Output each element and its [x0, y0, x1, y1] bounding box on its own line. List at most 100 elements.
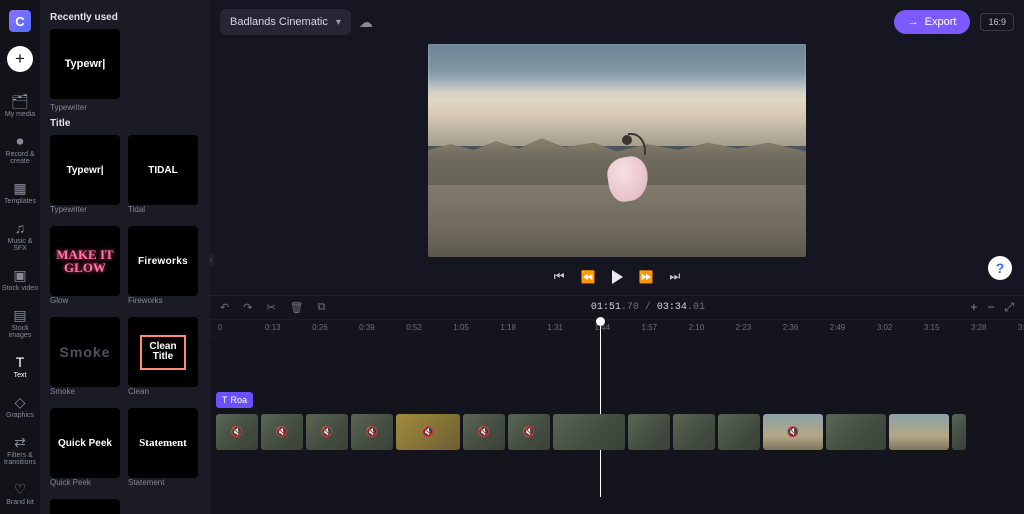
rail-icon: ♫ [0, 221, 40, 235]
template-card: Typewr|Typewriter [50, 135, 120, 220]
duplicate-button[interactable]: ⧉ [318, 301, 326, 314]
video-clip[interactable]: 🔇 [216, 414, 258, 450]
rail-icon: ♡ [0, 482, 40, 496]
template-thumb[interactable]: TIDAL [128, 135, 198, 205]
video-clip[interactable] [673, 414, 715, 450]
template-caption: Smoke [50, 387, 120, 396]
rail-text[interactable]: TText [0, 351, 40, 383]
delete-button[interactable]: 🗑 [290, 301, 304, 314]
rail-label: Graphics [0, 412, 40, 419]
ruler-tick: 3:41 [1018, 323, 1024, 332]
transport-controls: ⏮ ⏪ ⏩ ⏭ [554, 269, 681, 284]
track-area: T Roa 🔇🔇🔇🔇🔇🔇🔇🔇 [210, 338, 1024, 350]
panel-heading-title: Title [50, 118, 200, 129]
timeline: ↶ ↷ ✂ 🗑 ⧉ 01:51.70 / 03:34.01 + − ⤢ 00:1… [210, 295, 1024, 514]
rail-label: Stock video [0, 285, 40, 292]
help-button[interactable]: ? [988, 256, 1012, 280]
timecode: 01:51.70 / 03:34.01 [591, 302, 705, 313]
project-name: Badlands Cinematic [230, 16, 328, 28]
video-clip[interactable]: 🔇 [306, 414, 348, 450]
templates-grid: Typewr|TypewriterTIDALTidalMAKE ITGLOWGl… [50, 135, 200, 514]
video-clip[interactable] [952, 414, 966, 450]
zoom-fit-button[interactable]: ⤢ [1004, 300, 1014, 315]
top-bar: Badlands Cinematic ▾ ☁ → Export 16:9 [210, 0, 1024, 44]
video-clip[interactable] [628, 414, 670, 450]
rail-my-media[interactable]: 🗂My media [0, 90, 40, 122]
ruler-tick: 3:15 [924, 323, 940, 332]
add-button[interactable]: + [7, 46, 33, 72]
video-clip[interactable]: 🔇 [396, 414, 460, 450]
template-thumb[interactable]: Outline [50, 499, 120, 514]
skip-start-button[interactable]: ⏮ [554, 269, 565, 284]
video-clip[interactable]: 🔇 [763, 414, 823, 450]
video-clip[interactable] [718, 414, 760, 450]
rail-templates[interactable]: ▦Templates [0, 177, 40, 209]
template-thumb[interactable]: MAKE ITGLOW [50, 226, 120, 296]
ruler-tick: 3:28 [971, 323, 987, 332]
template-card: OutlineOutline [50, 499, 120, 514]
mute-icon: 🔇 [523, 427, 535, 438]
chevron-down-icon: ▾ [336, 17, 341, 28]
mute-icon: 🔇 [231, 427, 243, 438]
template-thumb[interactable]: Typewr| [50, 135, 120, 205]
template-thumb[interactable]: Statement [128, 408, 198, 478]
template-caption: Tidal [128, 205, 198, 214]
template-card: TIDALTidal [128, 135, 198, 220]
undo-button[interactable]: ↶ [220, 301, 229, 314]
assets-panel: Recently used Typewr| Typewriter Title T… [40, 0, 210, 514]
mute-icon: 🔇 [787, 427, 799, 438]
rewind-button[interactable]: ⏪ [581, 270, 596, 284]
skip-end-button[interactable]: ⏭ [669, 269, 680, 284]
template-caption: Clean [128, 387, 198, 396]
ruler-tick: 0:39 [359, 323, 375, 332]
ruler-tick: 1:18 [500, 323, 516, 332]
cloud-sync-icon[interactable]: ☁ [359, 14, 373, 31]
video-clip[interactable]: 🔇 [463, 414, 505, 450]
template-caption: Typewriter [50, 205, 120, 214]
rail-stock-video[interactable]: ▣ Stock video [0, 264, 40, 296]
play-button[interactable] [612, 270, 623, 284]
video-clip[interactable]: 🔇 [351, 414, 393, 450]
redo-button[interactable]: ↷ [243, 301, 252, 314]
brand-logo[interactable]: C [9, 10, 31, 32]
rail-graphics[interactable]: ◇Graphics [0, 391, 40, 423]
video-clip[interactable] [826, 414, 886, 450]
rail-label: Brand kit [0, 499, 40, 506]
video-clip[interactable]: 🔇 [261, 414, 303, 450]
rail-music-sfx[interactable]: ♫Music & SFX [0, 217, 40, 256]
template-caption: Glow [50, 296, 120, 305]
rail-filters-transitions[interactable]: ⇄Filters & transitions [0, 431, 40, 470]
ruler-tick: 1:44 [594, 323, 610, 332]
video-clip[interactable]: 🔇 [508, 414, 550, 450]
template-thumb[interactable]: CleanTitle [128, 317, 198, 387]
video-clip[interactable] [553, 414, 625, 450]
zoom-in-button[interactable]: + [970, 300, 977, 315]
timeline-ruler[interactable]: 00:130:260:390:521:051:181:311:441:572:1… [210, 320, 1024, 338]
video-preview[interactable] [428, 44, 806, 257]
split-button[interactable]: ✂ [266, 301, 275, 314]
rail-stock-images[interactable]: ▤Stock images [0, 304, 40, 343]
template-card: Quick PeekQuick Peek [50, 408, 120, 493]
template-thumb[interactable]: Quick Peek [50, 408, 120, 478]
template-caption: Typewriter [50, 103, 200, 112]
template-thumb[interactable]: Smoke [50, 317, 120, 387]
template-thumb[interactable]: Fireworks [128, 226, 198, 296]
rail-record-create[interactable]: ⏺Record & create [0, 130, 40, 169]
aspect-ratio-chip[interactable]: 16:9 [980, 13, 1014, 31]
rail-icon: ⇄ [0, 435, 40, 449]
template-card: FireworksFireworks [128, 226, 198, 311]
rail-icon: 🗂 [0, 94, 40, 108]
text-clip[interactable]: T Roa [216, 392, 253, 408]
rail-icon: ▣ [0, 268, 40, 282]
forward-button[interactable]: ⏩ [639, 270, 654, 284]
mute-icon: 🔇 [366, 427, 378, 438]
sidebar-rail: C + 🗂My media ⏺Record & create ▦Templates ♫… [0, 0, 40, 514]
zoom-out-button[interactable]: − [987, 300, 994, 315]
mute-icon: 🔇 [422, 427, 434, 438]
video-clip[interactable] [889, 414, 949, 450]
rail-brand-kit[interactable]: ♡ Brand kit [0, 478, 40, 510]
template-thumb-recent[interactable]: Typewr| [50, 29, 120, 99]
export-button[interactable]: → Export [894, 10, 971, 34]
rail-label: Text [0, 372, 40, 379]
project-selector[interactable]: Badlands Cinematic ▾ [220, 9, 351, 35]
